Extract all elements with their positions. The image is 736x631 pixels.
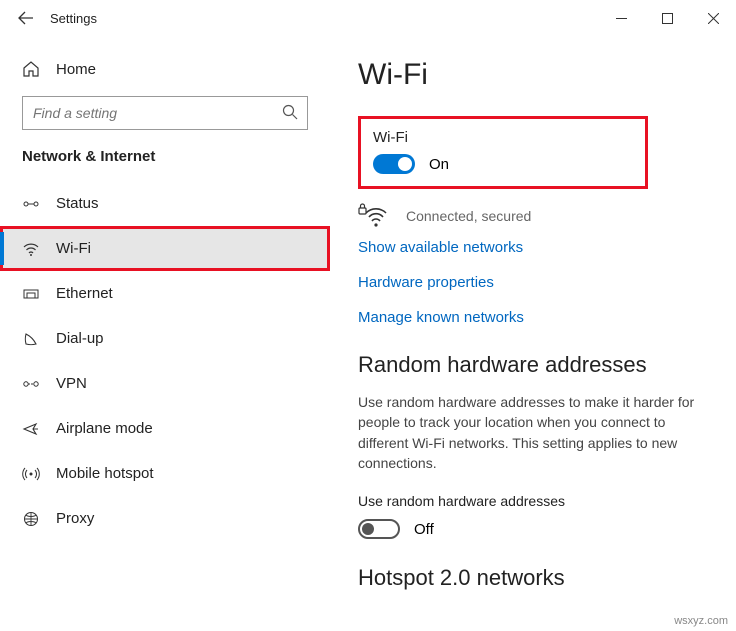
- watermark: wsxyz.com: [674, 615, 728, 627]
- wifi-toggle-label: Wi-Fi: [373, 129, 633, 146]
- airplane-icon: [22, 420, 40, 438]
- titlebar: Settings: [0, 0, 736, 36]
- minimize-icon: [616, 13, 627, 24]
- sidebar-item-ethernet[interactable]: Ethernet: [0, 271, 330, 316]
- wifi-toggle-state: On: [429, 156, 449, 173]
- window-controls: [598, 0, 736, 36]
- sidebar-item-label: Wi-Fi: [56, 240, 91, 257]
- back-button[interactable]: [12, 4, 40, 32]
- home-button[interactable]: Home: [0, 54, 330, 92]
- maximize-icon: [662, 13, 673, 24]
- home-icon: [22, 60, 40, 78]
- sidebar-item-status[interactable]: Status: [0, 181, 330, 226]
- close-icon: [708, 13, 719, 24]
- hotspot-icon: [22, 465, 40, 483]
- sidebar-item-label: Ethernet: [56, 285, 113, 302]
- sidebar-item-label: Proxy: [56, 510, 94, 527]
- wifi-toggle-row: On: [373, 154, 633, 174]
- random-hw-toggle-state: Off: [414, 521, 434, 538]
- home-label: Home: [56, 61, 96, 78]
- category-heading: Network & Internet: [0, 148, 330, 181]
- close-button[interactable]: [690, 0, 736, 36]
- connection-status-text: Connected, secured: [406, 208, 531, 224]
- sidebar-item-label: Mobile hotspot: [56, 465, 154, 482]
- sidebar-item-label: VPN: [56, 375, 87, 392]
- sidebar-item-label: Dial-up: [56, 330, 104, 347]
- random-hw-heading: Random hardware addresses: [358, 352, 708, 378]
- status-icon: [22, 195, 40, 213]
- content-pane: Wi-Fi Wi-Fi On Connected, secured Show a…: [330, 36, 736, 631]
- random-hw-toggle-row: Off: [358, 519, 708, 539]
- sidebar-item-wifi[interactable]: Wi-Fi: [0, 226, 330, 271]
- proxy-icon: [22, 510, 40, 528]
- vpn-icon: [22, 375, 40, 393]
- search-input[interactable]: [22, 96, 308, 130]
- show-available-networks-link[interactable]: Show available networks: [358, 239, 708, 256]
- search-box[interactable]: [22, 96, 308, 130]
- wifi-secured-icon: [358, 203, 388, 229]
- manage-known-networks-link[interactable]: Manage known networks: [358, 309, 708, 326]
- sidebar: Home Network & Internet Status Wi-Fi Eth…: [0, 36, 330, 631]
- sidebar-item-vpn[interactable]: VPN: [0, 361, 330, 406]
- wifi-toggle[interactable]: [373, 154, 415, 174]
- sidebar-item-proxy[interactable]: Proxy: [0, 496, 330, 541]
- wifi-toggle-section: Wi-Fi On: [358, 116, 648, 189]
- main-area: Home Network & Internet Status Wi-Fi Eth…: [0, 36, 736, 631]
- sidebar-item-label: Status: [56, 195, 99, 212]
- search-icon: [282, 104, 298, 125]
- sidebar-item-label: Airplane mode: [56, 420, 153, 437]
- arrow-left-icon: [18, 10, 34, 26]
- ethernet-icon: [22, 285, 40, 303]
- dialup-icon: [22, 330, 40, 348]
- maximize-button[interactable]: [644, 0, 690, 36]
- window-title: Settings: [50, 11, 97, 26]
- sidebar-item-hotspot[interactable]: Mobile hotspot: [0, 451, 330, 496]
- connection-status: Connected, secured: [358, 203, 708, 229]
- toggle-knob: [398, 157, 412, 171]
- wifi-icon: [22, 240, 40, 258]
- random-hw-toggle[interactable]: [358, 519, 400, 539]
- hotspot-heading: Hotspot 2.0 networks: [358, 565, 708, 591]
- toggle-knob: [362, 523, 374, 535]
- random-hw-description: Use random hardware addresses to make it…: [358, 392, 708, 473]
- sidebar-item-dialup[interactable]: Dial-up: [0, 316, 330, 361]
- page-heading: Wi-Fi: [358, 58, 708, 92]
- random-hw-toggle-label: Use random hardware addresses: [358, 493, 708, 509]
- sidebar-item-airplane[interactable]: Airplane mode: [0, 406, 330, 451]
- minimize-button[interactable]: [598, 0, 644, 36]
- hardware-properties-link[interactable]: Hardware properties: [358, 274, 708, 291]
